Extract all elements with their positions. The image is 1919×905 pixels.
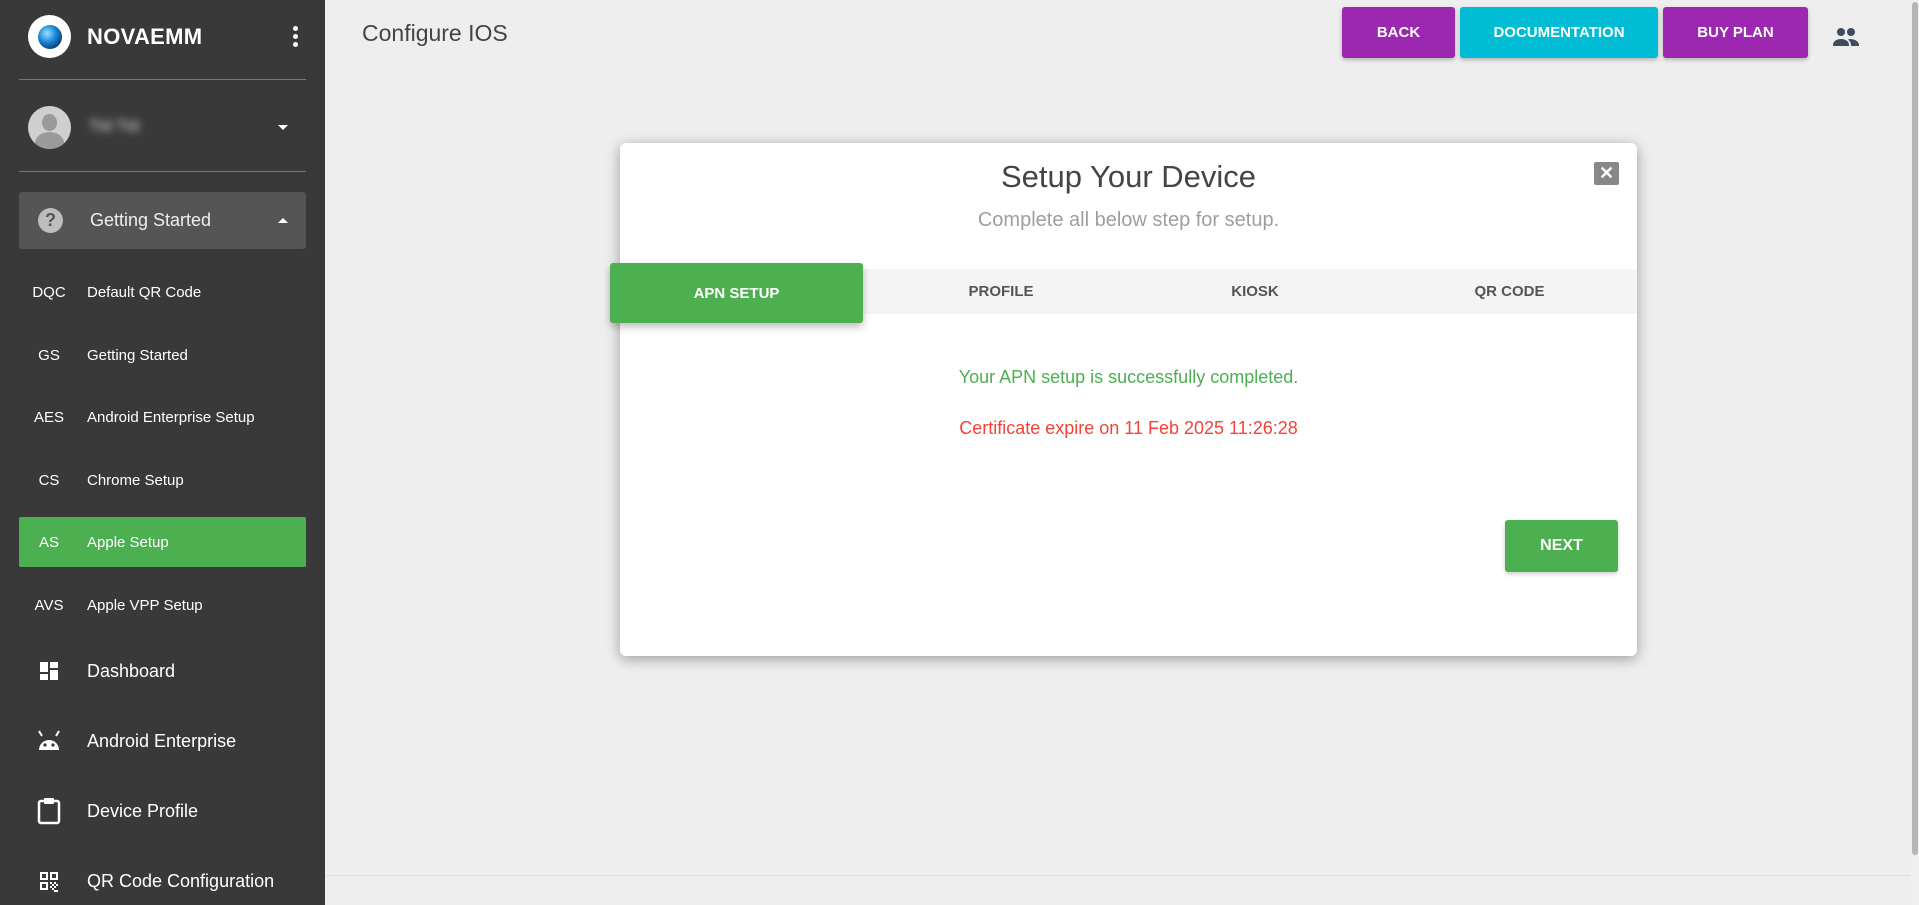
setup-device-modal: ✕ Setup Your Device Complete all below s… [610,143,1637,656]
sidebar-item-label: Dashboard [87,660,176,681]
sidebar-item-abbr: DQC [32,283,66,301]
modal-subtitle: Complete all below step for setup. [977,209,1280,231]
sidebar-item-getting-started[interactable]: GS Getting Started [19,330,306,380]
sidebar-item-default-qr-code[interactable]: DQC Default QR Code [19,267,306,317]
modal-title: Setup Your Device [1000,159,1257,194]
divider [19,171,306,172]
sidebar-item-label: Apple VPP Setup [87,596,203,614]
sidebar-item-label: Chrome Setup [87,471,184,489]
buy-plan-button[interactable]: BUY PLAN [1663,7,1808,58]
sidebar-item-android-enterprise[interactable]: Android Enterprise [19,716,306,766]
sidebar-item-label: QR Code Configuration [87,870,275,891]
sidebar-item-abbr: AVS [34,596,64,614]
sidebar-item-abbr: GS [38,346,60,364]
sidebar-item-label: Android Enterprise Setup [87,408,255,426]
sidebar-item-device-profile[interactable]: Device Profile [19,786,306,836]
clipboard-icon [19,797,79,825]
divider [19,79,306,80]
sidebar-item-dashboard[interactable]: Dashboard [19,646,306,696]
tab-profile[interactable]: PROFILE [874,269,1128,314]
sidebar-item-apple-setup[interactable]: AS Apple Setup [19,517,306,567]
qr-code-icon [19,869,79,893]
setup-tabs: APN SETUP PROFILE KIOSK QR CODE [610,263,1637,323]
sidebar-item-label: Getting Started [87,346,188,364]
next-button[interactable]: NEXT [1505,520,1618,572]
chevron-up-icon [278,218,288,223]
chevron-down-icon [278,124,288,130]
brand-name: NOVAEMM [87,23,203,49]
sidebar-item-label: Device Profile [87,800,199,821]
user-name: Ttd Ttd [89,118,140,135]
brand: NOVAEMM [28,14,306,59]
user-menu[interactable]: Ttd Ttd [28,104,306,150]
more-menu-icon[interactable] [293,26,298,47]
sidebar: NOVAEMM Ttd Ttd ? Getting Started DQC De… [0,0,325,905]
sidebar-item-qr-code-configuration[interactable]: QR Code Configuration [19,856,306,905]
sidebar-group-label: Getting Started [90,210,212,230]
sidebar-item-chrome-setup[interactable]: CS Chrome Setup [19,455,306,505]
sidebar-item-abbr: AS [38,533,59,551]
brand-logo [28,15,71,58]
sidebar-item-abbr: CS [38,471,60,489]
tab-kiosk[interactable]: KIOSK [1128,269,1382,314]
help-icon: ? [38,208,63,233]
page-title: Configure IOS [362,20,508,46]
scrollbar-thumb[interactable] [1912,2,1918,855]
tab-qr-code[interactable]: QR CODE [1382,269,1637,314]
sidebar-item-android-enterprise-setup[interactable]: AES Android Enterprise Setup [19,392,306,442]
sidebar-item-label: Apple Setup [87,533,169,551]
back-button[interactable]: BACK [1342,7,1455,58]
sidebar-item-label: Android Enterprise [87,730,237,751]
footer-divider [325,875,1911,876]
sidebar-item-apple-vpp-setup[interactable]: AVS Apple VPP Setup [19,580,306,630]
sidebar-group-getting-started[interactable]: ? Getting Started [19,192,306,249]
people-icon[interactable] [1833,27,1859,52]
sidebar-item-label: Default QR Code [87,283,202,301]
scrollbar[interactable] [1911,0,1919,905]
android-icon [19,730,79,752]
sidebar-item-abbr: AES [33,408,64,426]
documentation-button[interactable]: DOCUMENTATION [1460,7,1658,58]
tab-apn-setup[interactable]: APN SETUP [610,263,863,323]
certificate-expiry-message: Certificate expire on 11 Feb 2025 11:26:… [959,418,1298,438]
avatar [28,105,71,149]
success-message: Your APN setup is successfully completed… [958,367,1299,387]
dashboard-icon [19,659,79,683]
